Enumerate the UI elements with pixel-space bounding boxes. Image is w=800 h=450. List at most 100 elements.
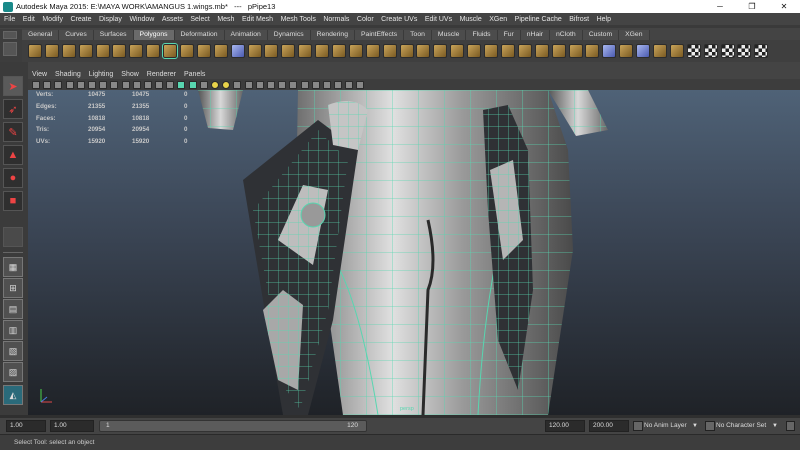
minimize-button[interactable]: ─ [704, 0, 736, 13]
poly-helix-icon[interactable] [180, 44, 195, 58]
shelf-tab-fur[interactable]: Fur [497, 30, 521, 40]
bridge-icon[interactable] [416, 44, 431, 58]
last-tool-button[interactable] [3, 227, 23, 247]
shelf-tab-toon[interactable]: Toon [404, 30, 432, 40]
close-button[interactable]: ✕ [768, 0, 800, 13]
textured-icon[interactable] [199, 80, 208, 89]
offset-edge-loop-icon[interactable] [467, 44, 482, 58]
poly-prism-icon[interactable] [129, 44, 144, 58]
image-plane-icon[interactable] [76, 80, 85, 89]
shelf-tab-curves[interactable]: Curves [59, 30, 94, 40]
single-perspective-layout-button[interactable]: ▦ [3, 257, 23, 277]
poly-sphere-icon[interactable] [28, 44, 42, 58]
menu-edit[interactable]: Edit [23, 16, 35, 23]
shadows-icon[interactable] [222, 80, 231, 89]
move-tool-button[interactable]: ▲ [3, 145, 23, 165]
hud-icon[interactable] [345, 80, 354, 89]
resolution-gate-icon[interactable] [110, 80, 119, 89]
end-time-field[interactable]: 200.00 [589, 420, 629, 432]
graph-editor-layout-button[interactable]: ▨ [3, 362, 23, 382]
cylindrical-map-icon[interactable] [619, 44, 634, 58]
screen-space-ao-icon[interactable] [233, 80, 242, 89]
menu-window[interactable]: Window [129, 16, 154, 23]
use-all-lights-icon[interactable] [211, 80, 219, 89]
range-slider[interactable]: 1 120 [99, 420, 367, 432]
shelf-tab-surfaces[interactable]: Surfaces [93, 30, 134, 40]
shelf-editor-button[interactable] [3, 42, 17, 56]
isolate-select-icon[interactable] [278, 80, 287, 89]
menu-display[interactable]: Display [99, 16, 122, 23]
menu-create-uvs[interactable]: Create UVs [381, 16, 417, 23]
poly-soccer-ball-icon[interactable] [196, 44, 211, 58]
poly-pyramid-icon[interactable] [146, 44, 161, 58]
wireframe-on-shaded-icon[interactable] [188, 80, 197, 89]
menu-edit-uvs[interactable]: Edit UVs [425, 16, 452, 23]
key-icon[interactable] [786, 421, 795, 431]
anim-layer-dropdown[interactable]: No Anim Layer ▼ [644, 420, 702, 432]
poly-cone-icon[interactable] [78, 44, 93, 58]
menu-normals[interactable]: Normals [323, 16, 349, 23]
poly-platonic-icon[interactable] [213, 44, 228, 58]
panel-menu-lighting[interactable]: Lighting [89, 71, 114, 78]
checker-5-icon[interactable] [754, 44, 769, 58]
multi-cut-icon[interactable] [484, 44, 499, 58]
persp-graph-layout-button[interactable]: ▤ [3, 299, 23, 319]
poly-plane-icon[interactable] [95, 44, 110, 58]
shelf-tab-custom[interactable]: Custom [582, 30, 620, 40]
xray-active-icon[interactable] [311, 80, 320, 89]
playback-end-field[interactable]: 120.00 [545, 420, 585, 432]
bookmarks-icon[interactable] [65, 80, 74, 89]
select-tool-button[interactable]: ➤ [3, 76, 23, 96]
wedge-icon[interactable] [568, 44, 583, 58]
grid-icon[interactable] [87, 80, 96, 89]
shelf-tab-animation[interactable]: Animation [224, 30, 268, 40]
character-set-icon[interactable] [705, 421, 715, 431]
gate-mask-icon[interactable] [121, 80, 130, 89]
boolean-icon[interactable] [315, 44, 330, 58]
planar-map-icon[interactable] [602, 44, 617, 58]
combine-icon[interactable] [247, 44, 262, 58]
smooth-preview-icon[interactable] [334, 80, 343, 89]
panel-menu-show[interactable]: Show [121, 71, 139, 78]
backface-culling-icon[interactable] [322, 80, 331, 89]
camera-attributes-icon[interactable] [54, 80, 63, 89]
lock-camera-icon[interactable] [43, 80, 52, 89]
menu-assets[interactable]: Assets [162, 16, 183, 23]
menu-xgen[interactable]: XGen [489, 16, 507, 23]
smooth-shade-all-icon[interactable] [177, 80, 186, 89]
poly-torus-icon[interactable] [112, 44, 127, 58]
menu-muscle[interactable]: Muscle [460, 16, 482, 23]
menu-edit-mesh[interactable]: Edit Mesh [242, 16, 273, 23]
start-time-field[interactable]: 1.00 [6, 420, 46, 432]
menu-file[interactable]: File [4, 16, 15, 23]
lasso-tool-button[interactable]: ➶ [3, 99, 23, 119]
shelf-tab-menu-button[interactable] [3, 31, 17, 39]
shelf-tab-general[interactable]: General [22, 30, 60, 40]
poly-text-icon[interactable] [230, 44, 245, 58]
xray-icon[interactable] [289, 80, 298, 89]
cleanup-icon[interactable] [382, 44, 397, 58]
checker-4-icon[interactable] [737, 44, 752, 58]
panel-menu-renderer[interactable]: Renderer [147, 71, 176, 78]
shelf-tab-polygons[interactable]: Polygons [133, 30, 175, 40]
character-set-dropdown[interactable]: No Character Set ▼ [716, 420, 782, 432]
poly-pipe-icon[interactable] [162, 43, 179, 59]
two-sided-lighting-icon[interactable] [356, 80, 365, 89]
shelf-tab-deformation[interactable]: Deformation [174, 30, 225, 40]
spherical-map-icon[interactable] [636, 44, 651, 58]
sculpt-icon[interactable] [585, 44, 600, 58]
separate-icon[interactable] [264, 44, 279, 58]
poly-cylinder-icon[interactable] [61, 44, 76, 58]
shelf-tab-xgen[interactable]: XGen [619, 30, 650, 40]
wireframe-icon[interactable] [166, 80, 175, 89]
shelf-tab-fluids[interactable]: Fluids [466, 30, 498, 40]
checker-icon[interactable] [686, 44, 701, 58]
rotate-tool-button[interactable]: ● [3, 168, 23, 188]
merge-icon[interactable] [500, 44, 515, 58]
fill-hole-icon[interactable] [348, 44, 363, 58]
film-gate-icon[interactable] [99, 80, 108, 89]
playback-start-field[interactable]: 1.00 [50, 420, 94, 432]
motion-blur-icon[interactable] [244, 80, 253, 89]
xray-joints-icon[interactable] [300, 80, 309, 89]
menu-pipeline-cache[interactable]: Pipeline Cache [515, 16, 562, 23]
